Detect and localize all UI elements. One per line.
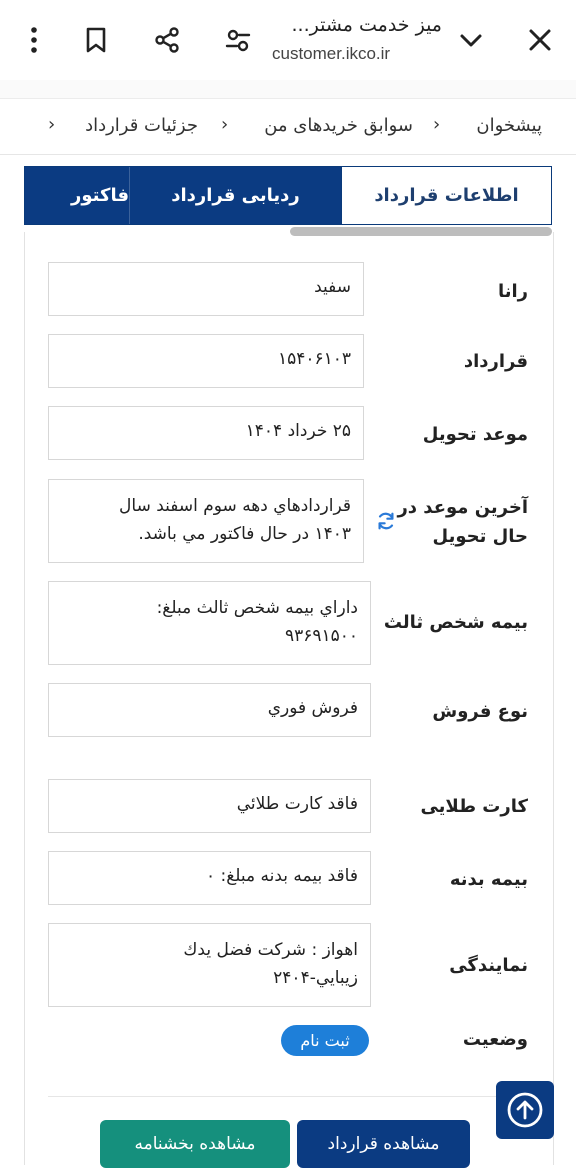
field-label-last-delivery-line1: آخرین موعد در bbox=[397, 497, 528, 518]
tune-icon[interactable] bbox=[218, 20, 258, 60]
breadcrumb-contract-details: جزئیات قرارداد bbox=[85, 115, 198, 136]
field-value-delivery-date: ۲۵ خرداد ۱۴۰۴ bbox=[48, 406, 364, 460]
field-label-last-delivery: آخرین موعد در حال تحویل bbox=[397, 493, 528, 551]
divider bbox=[48, 1096, 552, 1097]
browser-toolbar: میز خدمت مشتر... customer.ikco.ir bbox=[0, 0, 576, 81]
field-label-third-party-insurance: بیمه شخص ثالث bbox=[383, 612, 528, 633]
field-label-golden-card: کارت طلایی bbox=[420, 796, 528, 817]
view-contract-button[interactable]: مشاهده قرارداد bbox=[297, 1120, 470, 1168]
field-value-third-party-insurance-line2: ۹۳۶۹۱۵۰۰ bbox=[284, 626, 358, 646]
breadcrumb-separator-icon: › bbox=[433, 114, 441, 135]
field-value-last-delivery-line1: قراردادهاي دهه سوم اسفند سال bbox=[119, 496, 351, 516]
field-label-contract: قرارداد bbox=[463, 351, 528, 372]
tab-contract-info[interactable]: اطلاعات قرارداد bbox=[341, 167, 551, 224]
field-value-third-party-insurance-line1: داراي بيمه شخص ثالث مبلغ: bbox=[156, 598, 358, 618]
breadcrumb: پیشخوان › سوابق خریدهای من › جزئیات قرار… bbox=[0, 98, 576, 155]
field-label-delivery-date: موعد تحویل bbox=[422, 424, 528, 445]
field-label-last-delivery-line2: حال تحویل bbox=[432, 526, 528, 547]
contract-tabs: اطلاعات قرارداد ردیابی قرارداد فاکتور bbox=[24, 166, 552, 225]
field-value-dealership-line2: زيبايي-۲۴۰۴ bbox=[273, 968, 358, 988]
field-value-last-delivery: قراردادهاي دهه سوم اسفند سال ۱۴۰۳ در حال… bbox=[48, 479, 364, 563]
field-label-model: رانا bbox=[497, 281, 528, 302]
bookmark-icon[interactable] bbox=[76, 20, 116, 60]
field-value-body-insurance: فاقد بيمه بدنه مبلغ: ۰ bbox=[48, 851, 371, 905]
status-badge: ثبت نام bbox=[281, 1025, 369, 1056]
chevron-down-icon[interactable] bbox=[451, 20, 491, 60]
more-vertical-icon[interactable] bbox=[14, 20, 54, 60]
page-title: میز خدمت مشتر... bbox=[291, 14, 443, 36]
field-value-last-delivery-line2: ۱۴۰۳ در حال فاكتور مي باشد. bbox=[138, 524, 351, 544]
breadcrumb-purchase-history[interactable]: سوابق خریدهای من bbox=[264, 115, 413, 136]
view-circular-button[interactable]: مشاهده بخشنامه bbox=[100, 1120, 290, 1168]
refresh-icon[interactable] bbox=[375, 510, 397, 532]
tab-contract-tracking[interactable]: ردیابی قرارداد bbox=[130, 167, 342, 224]
field-label-status: وضعیت bbox=[462, 1029, 528, 1050]
arrow-up-circle-icon bbox=[507, 1092, 543, 1128]
field-label-sale-type: نوع فروش bbox=[432, 701, 528, 722]
breadcrumb-separator-icon: › bbox=[48, 114, 56, 135]
field-label-dealership: نمایندگی bbox=[449, 955, 528, 976]
page-url[interactable]: customer.ikco.ir bbox=[272, 44, 390, 64]
toolbar-spacer bbox=[0, 80, 576, 98]
field-value-dealership: اهواز : شركت فضل يدك زيبايي-۲۴۰۴ bbox=[48, 923, 371, 1007]
breadcrumb-separator-icon: › bbox=[221, 114, 229, 135]
breadcrumb-home[interactable]: پیشخوان bbox=[476, 115, 542, 136]
share-icon[interactable] bbox=[147, 20, 187, 60]
scroll-top-button[interactable] bbox=[496, 1081, 554, 1139]
field-value-contract: ۱۵۴۰۶۱۰۳ bbox=[48, 334, 364, 388]
field-value-sale-type: فروش فوري bbox=[48, 683, 371, 737]
field-value-model: سفید bbox=[48, 262, 364, 316]
close-icon[interactable] bbox=[520, 20, 560, 60]
tab-invoice-label: فاکتور bbox=[70, 185, 129, 206]
field-value-third-party-insurance: داراي بيمه شخص ثالث مبلغ: ۹۳۶۹۱۵۰۰ bbox=[48, 581, 371, 665]
field-value-dealership-line1: اهواز : شركت فضل يدك bbox=[183, 940, 358, 960]
field-label-body-insurance: بیمه بدنه bbox=[449, 869, 528, 890]
tab-invoice[interactable]: فاکتور bbox=[25, 167, 130, 224]
field-value-golden-card: فاقد كارت طلائي bbox=[48, 779, 371, 833]
